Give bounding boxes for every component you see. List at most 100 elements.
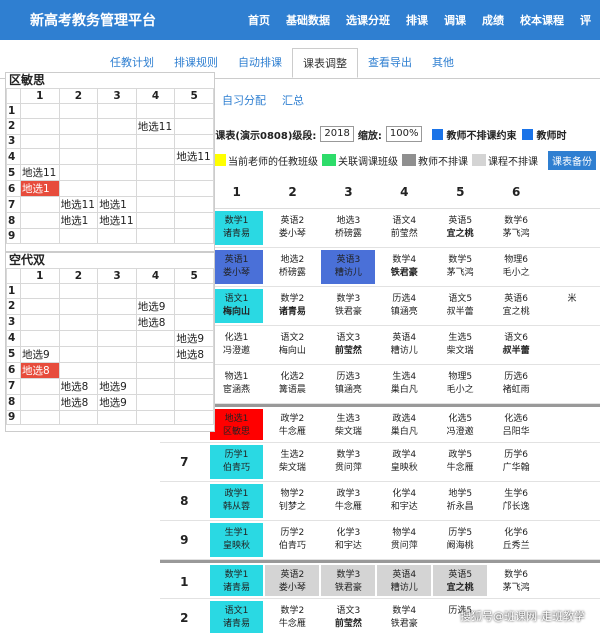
panel-cell[interactable]: 地选9 (174, 329, 214, 347)
panel-cell[interactable] (174, 164, 214, 182)
timetable-cell[interactable]: 地选3 桥磅露 (321, 211, 375, 245)
timetable-cell[interactable]: 数学5 茅飞鸿 (433, 250, 487, 284)
panel-cell[interactable] (135, 133, 176, 150)
tab-item[interactable]: 其他 (422, 48, 464, 78)
teacher-constraint-checkbox[interactable] (432, 128, 444, 140)
subtab-item[interactable]: 自习分配 (214, 88, 274, 114)
panel-cell[interactable] (20, 148, 60, 166)
teacher-time-checkbox[interactable] (522, 128, 534, 140)
timetable-cell[interactable]: 地选1 区敏思 (209, 409, 264, 440)
timetable-cell[interactable]: 英语5 宜之桃 (433, 211, 487, 245)
panel-cell[interactable]: 地选11 (58, 196, 99, 214)
timetable-cell[interactable] (545, 523, 599, 557)
panel-cell[interactable] (20, 102, 60, 119)
nav-item[interactable]: 校本课程 (512, 12, 572, 28)
timetable-cell[interactable]: 英语2 娄小琴 (265, 211, 319, 245)
timetable-cell[interactable]: 政选4 巢白凡 (377, 409, 431, 440)
timetable-cell[interactable]: 历学2 伯青巧 (265, 523, 319, 557)
panel-cell[interactable]: 地选8 (20, 361, 60, 379)
nav-item[interactable]: 首页 (240, 12, 278, 28)
panel-cell[interactable] (58, 133, 99, 150)
timetable-cell[interactable] (545, 367, 599, 401)
panel-cell[interactable] (135, 212, 176, 230)
timetable-cell[interactable]: 物理6 毛小之 (489, 250, 543, 284)
timetable-cell[interactable]: 语文5 叔半蕾 (433, 289, 487, 323)
panel-cell[interactable] (20, 329, 60, 347)
panel-cell[interactable] (97, 180, 137, 198)
timetable-cell[interactable]: 生选3 柴文瑞 (321, 409, 375, 440)
panel-cell[interactable] (97, 329, 137, 347)
panel-cell[interactable]: 地选8 (58, 377, 99, 395)
timetable-cell[interactable]: 数学3 铁君豪 (321, 289, 375, 323)
panel-cell[interactable]: 地选11 (20, 164, 60, 182)
timetable-cell[interactable] (545, 445, 599, 479)
timetable-cell[interactable]: 物学4 贯问萍 (377, 523, 431, 557)
panel-cell[interactable]: 地选8 (58, 393, 99, 411)
timetable-cell[interactable] (545, 409, 599, 440)
timetable-cell[interactable]: 历选6 褚虹雨 (489, 367, 543, 401)
timetable-cell[interactable] (545, 250, 599, 284)
panel-cell[interactable]: 地选1 (97, 196, 137, 214)
panel-cell[interactable] (20, 133, 60, 150)
timetable-cell[interactable]: 数学6 茅飞鸿 (489, 211, 543, 245)
timetable-cell[interactable]: 政学2 牛念雁 (265, 409, 319, 440)
timetable-cell[interactable]: 数学1 诸青易 (209, 565, 264, 596)
timetable-cell[interactable]: 化选6 吕阳华 (489, 409, 543, 440)
timetable-cell[interactable]: 生选4 巢白凡 (377, 367, 431, 401)
panel-cell[interactable] (97, 148, 137, 166)
panel-cell[interactable] (135, 377, 176, 395)
timetable-cell[interactable]: 数学3 铁君豪 (321, 565, 376, 596)
panel-cell[interactable] (20, 117, 60, 135)
panel-cell[interactable] (97, 345, 137, 363)
panel-cell[interactable] (135, 148, 176, 166)
timetable-cell[interactable]: 语文3 前莹然 (321, 328, 375, 362)
panel-cell[interactable] (135, 282, 176, 299)
tab-item[interactable]: 查看导出 (358, 48, 422, 78)
panel-cell[interactable] (135, 180, 176, 198)
panel-cell[interactable]: 地选11 (97, 212, 137, 230)
panel-cell[interactable]: 地选9 (97, 377, 137, 395)
timetable-cell[interactable]: 语文3 前莹然 (321, 601, 375, 633)
nav-item[interactable]: 基础数据 (278, 12, 338, 28)
panel-cell[interactable] (20, 228, 60, 245)
panel-cell[interactable] (135, 345, 176, 363)
timetable-cell[interactable]: 历选4 镇涵亮 (377, 289, 431, 323)
panel-cell[interactable] (58, 297, 99, 315)
panel-cell[interactable] (97, 313, 137, 331)
panel-cell[interactable] (97, 228, 137, 245)
timetable-cell[interactable]: 政学1 韩从蓉 (209, 484, 264, 518)
nav-item[interactable]: 成绩 (474, 12, 512, 28)
panel-cell[interactable] (20, 409, 60, 426)
timetable-cell[interactable]: 化选1 冯澄邀 (210, 328, 264, 362)
panel-cell[interactable] (174, 297, 214, 315)
timetable-cell[interactable] (545, 328, 599, 362)
panel-cell[interactable] (58, 345, 99, 363)
panel-cell[interactable] (58, 148, 99, 166)
panel-cell[interactable] (58, 361, 99, 379)
panel-cell[interactable] (97, 361, 137, 379)
panel-cell[interactable] (174, 133, 214, 150)
timetable-cell[interactable]: 历学6 广华翰 (489, 445, 543, 479)
panel-cell[interactable]: 地选9 (20, 345, 60, 363)
panel-cell[interactable]: 地选9 (97, 393, 137, 411)
subtab-item[interactable]: 汇总 (274, 88, 312, 114)
tab-item[interactable]: 自动排课 (228, 48, 292, 78)
timetable-cell[interactable]: 生选2 柴文瑞 (265, 445, 319, 479)
panel-cell[interactable]: 地选1 (58, 212, 99, 230)
timetable-cell[interactable]: 生学1 皇映秋 (209, 523, 264, 557)
timetable-cell[interactable] (545, 565, 599, 596)
timetable-cell[interactable]: 物理5 毛小之 (433, 367, 487, 401)
panel-cell[interactable] (174, 313, 214, 331)
panel-cell[interactable] (20, 393, 60, 411)
timetable-cell[interactable]: 数学6 茅飞鸿 (489, 565, 543, 596)
panel-cell[interactable] (97, 164, 137, 182)
panel-cell[interactable]: 地选8 (174, 345, 214, 363)
backup-button[interactable]: 课表备份 (548, 150, 596, 170)
panel-cell[interactable] (20, 212, 60, 230)
panel-cell[interactable] (97, 117, 137, 135)
panel-cell[interactable] (174, 409, 214, 426)
nav-item[interactable]: 排课 (398, 12, 436, 28)
timetable-cell[interactable]: 数学4 铁君豪 (377, 601, 431, 633)
panel-cell[interactable]: 地选8 (135, 313, 176, 331)
timetable-cell[interactable]: 生学6 邝长逸 (489, 484, 543, 518)
